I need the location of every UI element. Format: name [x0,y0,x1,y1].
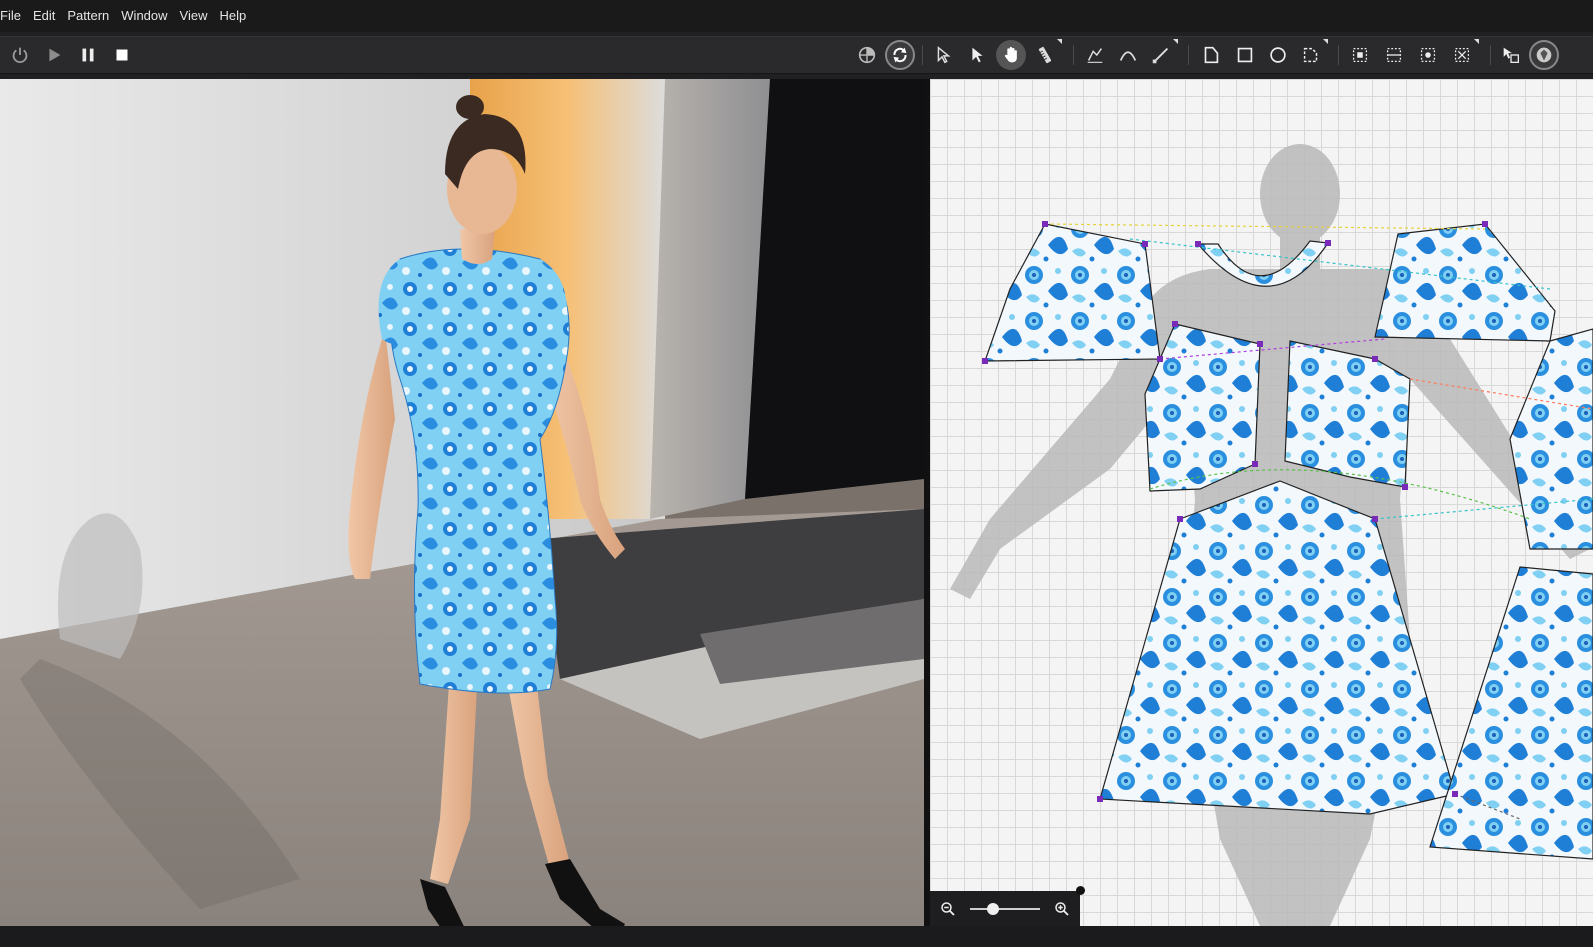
seam-icon[interactable] [1080,40,1110,70]
internal-shape-icon[interactable] [1296,39,1328,70]
bottom-bar [0,926,1593,947]
zoom-slider-thumb[interactable] [987,903,1000,915]
play-icon[interactable] [39,40,69,70]
power-icon[interactable] [5,40,35,70]
menu-window[interactable]: Window [115,0,173,32]
clo-app-window: File Edit Pattern Window View Help [0,0,1593,947]
texture-icon[interactable] [1529,40,1559,70]
zoom-in-icon[interactable] [1050,897,1074,921]
sew-segment-icon[interactable] [1345,40,1375,70]
circle-icon[interactable] [1263,40,1293,70]
menu-edit[interactable]: Edit [27,0,61,32]
pattern-canvas [950,144,1593,926]
pen-icon[interactable] [1146,39,1178,70]
zoom-bar-resize-handle[interactable] [1076,886,1085,895]
globe-icon[interactable] [852,40,882,70]
transform-arrow-icon[interactable] [962,40,992,70]
sew-check-icon[interactable] [1447,39,1479,70]
main-toolbar [0,36,1593,74]
viewport-3d[interactable] [0,79,924,926]
menu-file[interactable]: File [0,0,27,32]
menu-pattern[interactable]: Pattern [61,0,115,32]
curve-icon[interactable] [1113,40,1143,70]
pause-icon[interactable] [73,40,103,70]
rectangle-icon[interactable] [1230,40,1260,70]
sew-multi-icon[interactable] [1413,40,1443,70]
tape-measure-icon[interactable] [1030,39,1062,70]
pattern-piece-left-sleeve [984,223,1161,362]
select-arrow-icon[interactable] [928,40,958,70]
zoom-bar [930,891,1080,927]
sync-icon[interactable] [885,40,915,70]
viewport-2d-pattern[interactable] [930,79,1593,926]
menu-view[interactable]: View [174,0,214,32]
avatar-toggle-icon[interactable] [1496,40,1526,70]
zoom-slider[interactable] [970,903,1040,915]
zoom-out-icon[interactable] [936,897,960,921]
pattern-piece-right-sleeve [1374,223,1556,342]
sew-free-icon[interactable] [1379,40,1409,70]
menu-bar: File Edit Pattern Window View Help [0,0,1593,32]
polygon-icon[interactable] [1196,40,1226,70]
menu-help[interactable]: Help [213,0,252,32]
3d-scene [0,79,924,926]
stop-icon[interactable] [107,40,137,70]
hand-icon[interactable] [996,40,1026,70]
